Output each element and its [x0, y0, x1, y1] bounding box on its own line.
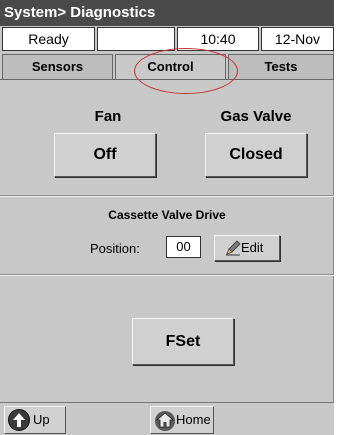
tab-divider [0, 79, 334, 80]
fan-label: Fan [94, 108, 122, 125]
edit-button-label: Edit [241, 240, 264, 255]
home-button-label: Home [176, 412, 211, 427]
position-field[interactable]: 00 [166, 236, 201, 258]
tab-tests[interactable]: Tests [228, 54, 334, 80]
fan-toggle-button[interactable]: Off [54, 133, 156, 177]
up-arrow-icon [8, 409, 30, 431]
diagnostics-screen: System> Diagnostics Ready 10:40 12-Nov S… [0, 0, 334, 435]
tab-bar: Sensors Control Tests [0, 54, 334, 80]
status-date: 12-Nov [261, 27, 334, 51]
status-blank [97, 27, 175, 51]
home-button[interactable]: Home [150, 406, 214, 434]
gas-valve-toggle-button[interactable]: Closed [205, 133, 307, 177]
section-divider [0, 195, 334, 197]
status-time: 10:40 [177, 27, 259, 51]
section-divider [0, 274, 334, 276]
page-title: System> Diagnostics [0, 0, 334, 26]
tab-control[interactable]: Control [115, 54, 226, 80]
pencil-icon [226, 240, 241, 256]
home-icon [155, 411, 175, 431]
up-button[interactable]: Up [4, 406, 66, 434]
status-state: Ready [2, 27, 95, 51]
edit-button[interactable]: Edit [214, 235, 280, 261]
fset-button[interactable]: FSet [132, 318, 234, 365]
tab-sensors[interactable]: Sensors [2, 54, 113, 80]
gas-valve-label: Gas Valve [220, 108, 292, 125]
position-label: Position: [90, 241, 140, 256]
up-button-label: Up [33, 412, 50, 427]
status-bar: Ready 10:40 12-Nov [0, 27, 334, 51]
cassette-title: Cassette Valve Drive [108, 208, 226, 222]
